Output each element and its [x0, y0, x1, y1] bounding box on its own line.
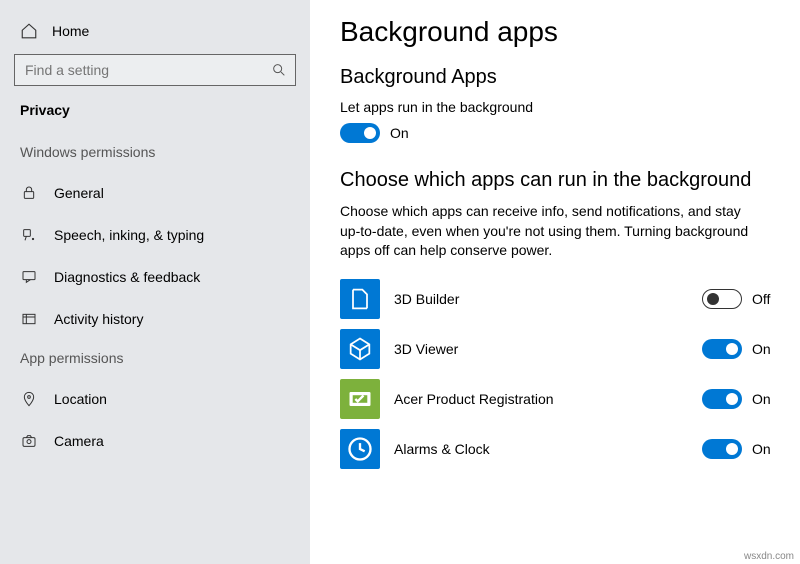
home-nav[interactable]: Home [0, 14, 310, 54]
section-app-permissions: App permissions [0, 340, 310, 378]
sidebar-item-diagnostics[interactable]: Diagnostics & feedback [0, 256, 310, 298]
search-input-box[interactable] [14, 54, 296, 86]
sidebar-item-speech[interactable]: Speech, inking, & typing [0, 214, 310, 256]
category-title: Privacy [0, 102, 310, 134]
sidebar-item-label: Speech, inking, & typing [54, 227, 204, 243]
app-name: Alarms & Clock [394, 441, 702, 457]
app-toggle-state: On [752, 341, 776, 357]
app-icon [340, 429, 380, 469]
app-toggle[interactable] [702, 389, 742, 409]
master-toggle[interactable] [340, 123, 380, 143]
app-toggle[interactable] [702, 339, 742, 359]
app-row: Alarms & Clock On [340, 429, 776, 469]
app-row: Acer Product Registration On [340, 379, 776, 419]
master-toggle-state: On [390, 125, 409, 141]
speech-icon [20, 226, 38, 244]
sidebar-item-label: Activity history [54, 311, 143, 327]
app-icon [340, 279, 380, 319]
sidebar-item-camera[interactable]: Camera [0, 420, 310, 462]
watermark: wsxdn.com [744, 551, 794, 562]
search-input[interactable] [25, 62, 271, 78]
location-icon [20, 390, 38, 408]
app-icon [340, 379, 380, 419]
sidebar-item-label: General [54, 185, 104, 201]
sidebar-item-location[interactable]: Location [0, 378, 310, 420]
feedback-icon [20, 268, 38, 286]
camera-icon [20, 432, 38, 450]
section-subtitle: Background Apps [340, 66, 776, 89]
app-name: 3D Builder [394, 291, 702, 307]
app-toggle[interactable] [702, 439, 742, 459]
app-toggle-state: On [752, 391, 776, 407]
home-label: Home [52, 23, 89, 39]
app-row: 3D Viewer On [340, 329, 776, 369]
sidebar-item-label: Location [54, 391, 107, 407]
sidebar-item-general[interactable]: General [0, 172, 310, 214]
app-icon [340, 329, 380, 369]
sidebar-item-label: Camera [54, 433, 104, 449]
app-row: 3D Builder Off [340, 279, 776, 319]
app-name: 3D Viewer [394, 341, 702, 357]
app-name: Acer Product Registration [394, 391, 702, 407]
history-icon [20, 310, 38, 328]
app-toggle-state: Off [752, 291, 776, 307]
sidebar-item-activity[interactable]: Activity history [0, 298, 310, 340]
search-icon [271, 62, 287, 78]
apps-section-desc: Choose which apps can receive info, send… [340, 202, 760, 261]
app-toggle-state: On [752, 441, 776, 457]
page-title: Background apps [340, 16, 776, 48]
apps-section-title: Choose which apps can run in the backgro… [340, 169, 776, 192]
sidebar-item-label: Diagnostics & feedback [54, 269, 200, 285]
home-icon [20, 22, 38, 40]
app-toggle[interactable] [702, 289, 742, 309]
lock-icon [20, 184, 38, 202]
section-windows-permissions: Windows permissions [0, 134, 310, 172]
master-toggle-label: Let apps run in the background [340, 99, 776, 115]
